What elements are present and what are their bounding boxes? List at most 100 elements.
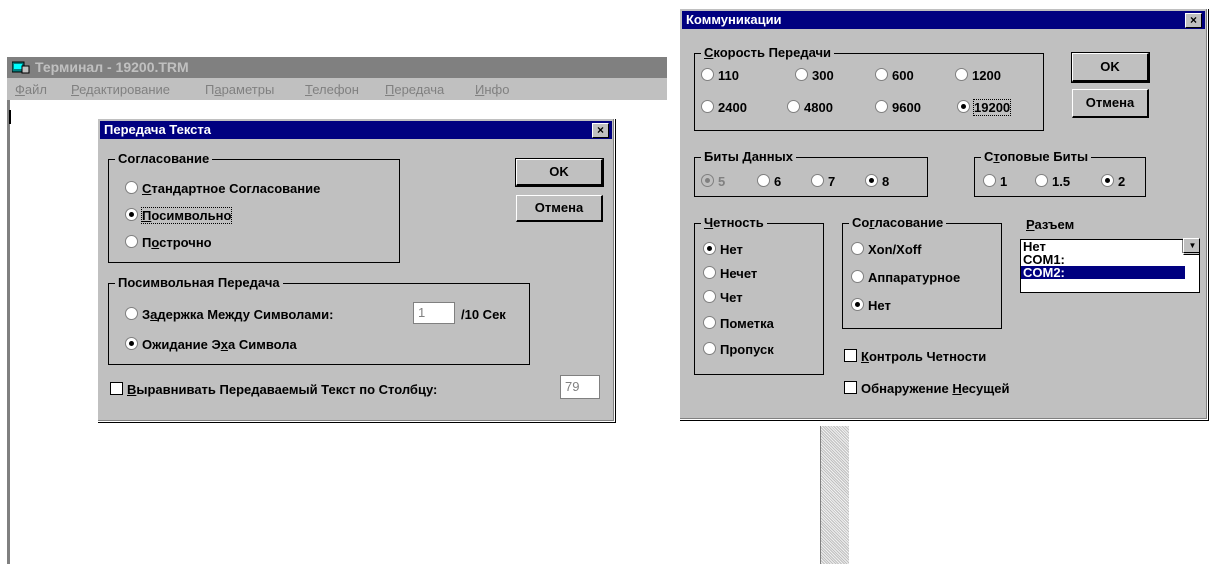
radio-stopbits-1[interactable]: 1 (983, 174, 1007, 189)
radio-selected-icon (125, 208, 138, 221)
radio-baud-600[interactable]: 600 (875, 68, 914, 83)
group-label: Скорость Передачи (701, 45, 835, 60)
radio-databits-7[interactable]: 7 (811, 174, 835, 189)
list-scrollbar[interactable]: ▲ ▼ (1182, 238, 1200, 255)
background-window-edge (820, 426, 849, 564)
radio-icon (795, 68, 808, 81)
radio-stopbits-1-5[interactable]: 1.5 (1035, 174, 1070, 189)
flow-control-group: Согласование Xon/Xoff Аппаратурное Нет (842, 215, 1002, 329)
stop-bits-group: Стоповые Биты 1 1.5 2 (974, 149, 1146, 197)
radio-baud-19200[interactable]: 19200 (957, 99, 1012, 116)
radio-databits-5[interactable]: 5 (701, 174, 725, 189)
radio-icon (851, 242, 864, 255)
radio-char-delay[interactable]: Задержка Между Символами: (125, 307, 333, 322)
communications-title-bar[interactable]: Коммуникации × (682, 11, 1205, 29)
radio-parity-even[interactable]: Чет (703, 290, 743, 305)
radio-icon (875, 100, 888, 113)
menu-settings[interactable]: Параметры (205, 82, 274, 97)
ok-button[interactable]: OK (515, 158, 604, 187)
radio-baud-2400[interactable]: 2400 (701, 100, 747, 115)
radio-parity-none[interactable]: Нет (703, 242, 743, 257)
radio-by-char[interactable]: Посимвольно (125, 207, 233, 224)
radio-databits-6[interactable]: 6 (757, 174, 781, 189)
text-cursor (9, 110, 11, 124)
wrap-checkbox[interactable]: Выравнивать Передаваемый Текст по Столбц… (110, 382, 437, 397)
radio-flow-none[interactable]: Нет (851, 298, 891, 313)
group-label: Стоповые Биты (981, 149, 1092, 164)
radio-icon (955, 68, 968, 81)
close-icon[interactable]: × (592, 123, 609, 138)
radio-disabled-icon (701, 174, 714, 187)
ok-button[interactable]: OK (1071, 52, 1150, 83)
parity-group: Четность Нет Нечет Чет Пометка Пропуск (694, 215, 824, 375)
radio-parity-space[interactable]: Пропуск (703, 342, 774, 357)
connector-label: Разъем (1026, 217, 1075, 232)
column-input[interactable]: 79 (560, 375, 600, 399)
radio-stopbits-2[interactable]: 2 (1101, 174, 1125, 189)
menu-file[interactable]: Файл (15, 82, 47, 97)
radio-wait-echo[interactable]: Ожидание Эха Символа (125, 337, 297, 352)
delay-unit-label: /10 Сек (461, 307, 506, 322)
radio-selected-icon (125, 337, 138, 350)
radio-icon (1035, 174, 1048, 187)
radio-icon (701, 68, 714, 81)
radio-icon (125, 235, 138, 248)
dialog-title: Передача Текста (104, 122, 211, 137)
radio-parity-odd[interactable]: Нечет (703, 266, 757, 281)
radio-flow-hardware[interactable]: Аппаратурное (851, 270, 960, 285)
radio-icon (811, 174, 824, 187)
group-label: Четность (701, 215, 767, 230)
menu-phone[interactable]: Телефон (305, 82, 359, 97)
radio-baud-1200[interactable]: 1200 (955, 68, 1001, 83)
text-transfer-title-bar[interactable]: Передача Текста × (100, 121, 612, 139)
radio-selected-icon (865, 174, 878, 187)
group-label: Согласование (849, 215, 947, 230)
radio-baud-4800[interactable]: 4800 (787, 100, 833, 115)
radio-icon (875, 68, 888, 81)
radio-icon (125, 307, 138, 320)
radio-icon (703, 342, 716, 355)
cancel-button[interactable]: Отмена (516, 195, 603, 222)
radio-icon (703, 266, 716, 279)
terminal-left-border (7, 100, 10, 564)
radio-baud-9600[interactable]: 9600 (875, 100, 921, 115)
radio-icon (757, 174, 770, 187)
radio-selected-icon (1101, 174, 1114, 187)
menu-edit[interactable]: Редактирование (71, 82, 170, 97)
terminal-title: Терминал - 19200.TRM (35, 59, 189, 75)
list-item-selected[interactable]: COM2: (1021, 266, 1185, 279)
group-label: Посимвольная Передача (115, 275, 283, 290)
cancel-button[interactable]: Отмена (1072, 89, 1149, 118)
parity-check-checkbox[interactable]: Контроль Четности (844, 349, 986, 364)
communications-dialog: Коммуникации × Скорость Передачи 110 300… (679, 8, 1208, 420)
group-label: Согласование (115, 151, 213, 166)
radio-icon (851, 270, 864, 283)
radio-flow-xon[interactable]: Xon/Xoff (851, 242, 921, 257)
radio-baud-300[interactable]: 300 (795, 68, 834, 83)
menu-transfer[interactable]: Передача (385, 82, 444, 97)
group-label: Биты Данных (701, 149, 796, 164)
radio-by-line[interactable]: Построчно (125, 235, 212, 250)
radio-baud-110[interactable]: 110 (701, 68, 739, 83)
radio-icon (787, 100, 800, 113)
scroll-down-icon[interactable]: ▼ (1183, 238, 1200, 253)
radio-selected-icon (957, 100, 970, 113)
close-icon[interactable]: × (1185, 13, 1202, 28)
dialog-title: Коммуникации (686, 12, 782, 27)
connector-list[interactable]: Нет COM1: COM2: ▲ ▼ (1020, 238, 1200, 293)
radio-selected-icon (851, 298, 864, 311)
radio-icon (703, 316, 716, 329)
menu-info[interactable]: Инфо (475, 82, 509, 97)
terminal-title-bar[interactable]: Терминал - 19200.TRM (7, 57, 667, 78)
text-transfer-dialog: Передача Текста × Согласование Стандартн… (97, 118, 615, 422)
delay-input[interactable]: 1 (413, 302, 455, 324)
radio-databits-8[interactable]: 8 (865, 174, 889, 189)
radio-standard[interactable]: Стандартное Согласование (125, 181, 320, 196)
carrier-detect-checkbox[interactable]: Обнаружение Несущей (844, 381, 1009, 396)
checkbox-icon (844, 349, 857, 362)
radio-parity-mark[interactable]: Пометка (703, 316, 774, 331)
radio-selected-icon (703, 242, 716, 255)
radio-icon (125, 181, 138, 194)
radio-icon (703, 290, 716, 303)
data-bits-group: Биты Данных 5 6 7 8 (694, 149, 928, 197)
